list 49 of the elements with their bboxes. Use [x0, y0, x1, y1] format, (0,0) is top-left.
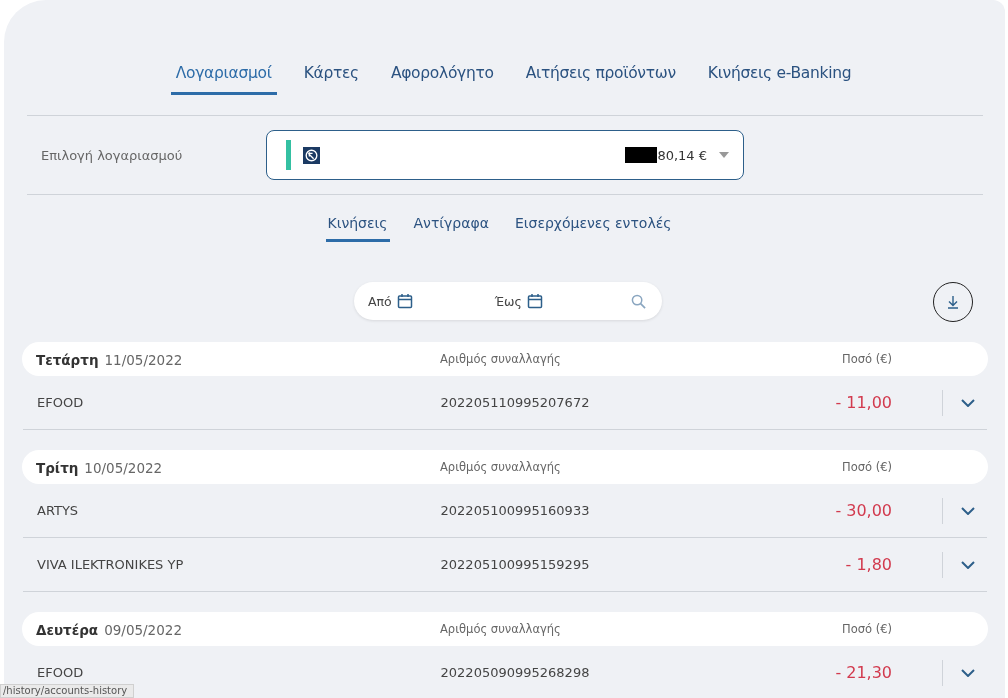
- redaction-block: [625, 147, 658, 163]
- to-label: Έως: [494, 293, 522, 309]
- nav-tab[interactable]: Κινήσεις e-Banking: [702, 56, 857, 95]
- merchant-name: EFOOD: [36, 665, 85, 680]
- download-icon: [945, 294, 961, 310]
- sub-tab[interactable]: Κινήσεις: [325, 211, 390, 242]
- nav-tab[interactable]: Αφορολόγητο: [385, 56, 499, 95]
- amount: - 11,00: [834, 393, 893, 412]
- column-header: Ποσό (€): [841, 352, 892, 366]
- column-header: Ποσό (€): [841, 622, 892, 636]
- merchant-name: ARTYS: [36, 503, 80, 518]
- nav-tab[interactable]: Αιτήσεις προϊόντων: [520, 56, 681, 95]
- date: 11/05/2022: [104, 351, 183, 368]
- sub-tab[interactable]: Εισερχόμενες εντολές: [512, 211, 674, 242]
- amount: - 30,00: [834, 501, 893, 520]
- status-url: /history/accounts-history: [0, 684, 135, 698]
- calendar-icon[interactable]: [526, 293, 543, 309]
- merchant-name: EFOOD: [36, 395, 85, 410]
- column-header: Ποσό (€): [841, 460, 892, 474]
- column-header: Αριθμός συναλλαγής: [440, 460, 562, 474]
- chevron-down-icon[interactable]: [961, 668, 975, 677]
- transaction-number: 202205090995268298: [440, 665, 591, 680]
- account-balance: 80,14 €: [657, 147, 707, 163]
- chevron-down-icon[interactable]: [961, 560, 975, 569]
- date: 10/05/2022: [84, 459, 163, 476]
- merchant-name: VIVA ILEKTRONIKES YP: [36, 557, 185, 572]
- from-label: Από: [368, 293, 392, 309]
- calendar-icon[interactable]: [396, 293, 413, 309]
- account-dropdown[interactable]: 80,14 €: [266, 130, 744, 180]
- date: 09/05/2022: [104, 621, 182, 638]
- caret-icon: [719, 152, 729, 158]
- amount: - 21,30: [834, 663, 893, 682]
- transaction-number: 202205110995207672: [440, 395, 591, 410]
- transaction-number: 202205100995159295: [440, 557, 591, 572]
- nav-tab[interactable]: Κάρτες: [298, 56, 364, 95]
- bank-logo-icon: [303, 146, 320, 164]
- chevron-down-icon[interactable]: [961, 506, 975, 515]
- amount: - 1,80: [844, 555, 893, 574]
- transaction-number: 202205100995160933: [440, 503, 591, 518]
- chevron-down-icon[interactable]: [961, 398, 975, 407]
- nav-tab[interactable]: Λογαριασμοί: [170, 56, 277, 95]
- sub-tab[interactable]: Αντίγραφα: [411, 211, 491, 242]
- weekday: Δευτέρα: [36, 621, 99, 638]
- column-header: Αριθμός συναλλαγής: [440, 352, 562, 366]
- account-marker: [286, 140, 291, 170]
- column-header: Αριθμός συναλλαγής: [440, 622, 562, 636]
- weekday: Τετάρτη: [36, 351, 99, 368]
- field-label: Επιλογή λογαριασμού: [41, 147, 184, 163]
- weekday: Τρίτη: [36, 459, 79, 476]
